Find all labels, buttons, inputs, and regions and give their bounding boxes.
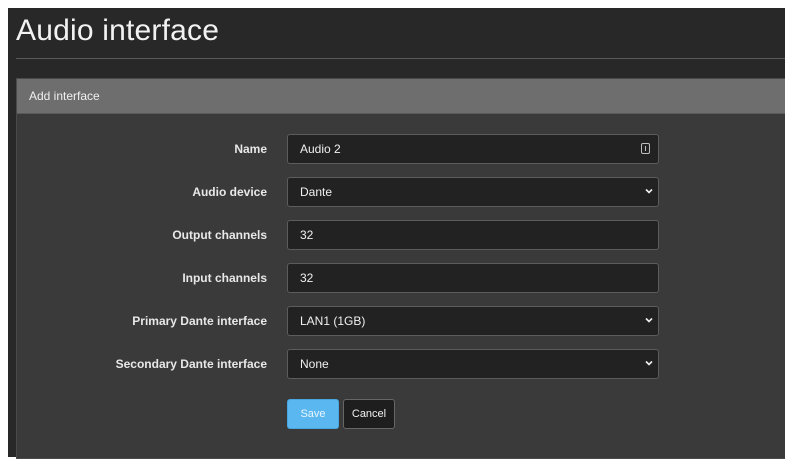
audio-device-row: Audio device Dante: [17, 177, 785, 207]
output-channels-value: 32: [300, 228, 314, 242]
chevron-down-icon: [645, 317, 653, 323]
output-channels-row: Output channels 32: [17, 220, 785, 250]
input-channels-row: Input channels 32: [17, 263, 785, 293]
app-frame: Audio interface Add interface Name Audio…: [8, 8, 785, 459]
audio-device-value: Dante: [300, 185, 333, 199]
save-button[interactable]: Save: [287, 399, 339, 429]
name-value: Audio 2: [300, 142, 341, 156]
input-channels-value: 32: [300, 271, 314, 285]
primary-dante-select[interactable]: LAN1 (1GB): [287, 306, 659, 336]
chevron-down-icon: [645, 360, 653, 366]
chevron-down-icon: [645, 188, 653, 194]
name-label: Name: [234, 142, 267, 156]
secondary-dante-value: None: [300, 357, 329, 371]
audio-device-label: Audio device: [192, 185, 267, 199]
output-channels-input[interactable]: 32: [287, 220, 659, 250]
name-row: Name Audio 2: [17, 134, 785, 164]
primary-dante-value: LAN1 (1GB): [300, 314, 366, 328]
input-channels-input[interactable]: 32: [287, 263, 659, 293]
audio-device-select[interactable]: Dante: [287, 177, 659, 207]
secondary-dante-label: Secondary Dante interface: [115, 357, 267, 371]
autofill-icon[interactable]: [641, 143, 650, 154]
name-input[interactable]: Audio 2: [287, 134, 659, 164]
input-channels-label: Input channels: [182, 271, 267, 285]
title-divider: [16, 58, 785, 59]
add-interface-panel: Add interface Name Audio 2 Audio device …: [16, 78, 785, 459]
page-title: Audio interface: [16, 14, 220, 47]
primary-dante-label: Primary Dante interface: [132, 314, 267, 328]
cancel-button[interactable]: Cancel: [343, 399, 395, 429]
output-channels-label: Output channels: [172, 228, 267, 242]
secondary-dante-select[interactable]: None: [287, 349, 659, 379]
primary-dante-row: Primary Dante interface LAN1 (1GB): [17, 306, 785, 336]
secondary-dante-row: Secondary Dante interface None: [17, 349, 785, 379]
panel-heading: Add interface: [17, 79, 785, 114]
